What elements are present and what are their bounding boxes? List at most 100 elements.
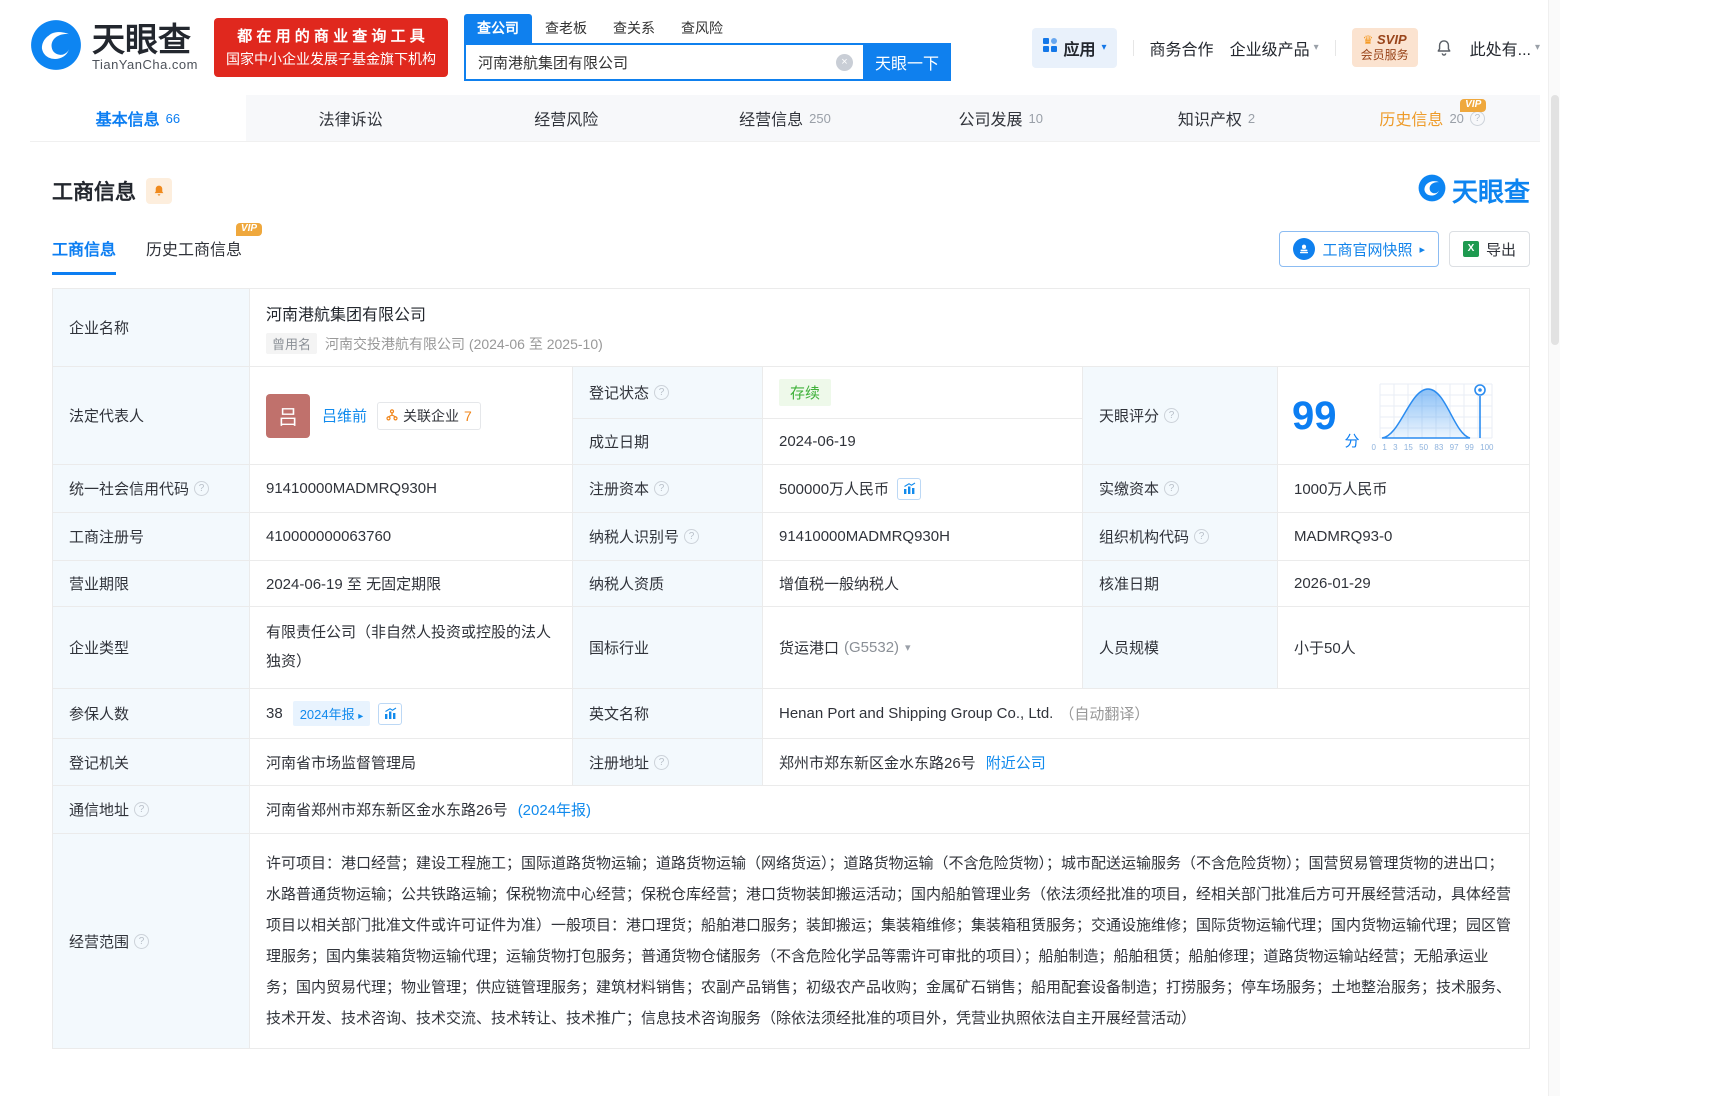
mailing-address: 河南省郑州市郑东新区金水东路26号 [266, 802, 508, 819]
nearby-companies-link[interactable]: 附近公司 [986, 752, 1046, 773]
tab-business-info[interactable]: 经营信息 250 [677, 95, 893, 141]
help-icon[interactable] [1164, 408, 1180, 423]
registered-capital: 500000万人民币 [779, 481, 890, 498]
notifications-bell-icon[interactable] [1434, 38, 1454, 58]
tianyancha-logo-icon [30, 19, 82, 76]
org-code: MADMRQ93-0 [1294, 528, 1393, 545]
field-label: 企业名称 [53, 289, 250, 366]
enterprise-products-label: 企业级产品 [1229, 41, 1310, 59]
tab-count: 20 [1449, 110, 1464, 126]
search-tab-risk[interactable]: 查风险 [668, 14, 736, 43]
search-field: × [464, 43, 863, 81]
legal-rep-link[interactable]: 吕维前 [322, 405, 367, 426]
insured-trend-icon[interactable] [378, 702, 403, 725]
help-icon[interactable] [134, 802, 150, 817]
tab-label: 经营风险 [534, 112, 599, 129]
tab-operating-risk[interactable]: 经营风险 [461, 95, 677, 141]
search-input[interactable] [478, 53, 836, 71]
clear-icon[interactable]: × [836, 53, 853, 71]
field-label: 通信地址 [69, 802, 130, 819]
search-tab-company[interactable]: 查公司 [464, 14, 532, 43]
brand-name: 天眼查 [92, 20, 191, 58]
scrollbar-thumb[interactable] [1551, 95, 1559, 345]
tab-basic-info[interactable]: 基本信息 66 [30, 95, 246, 141]
chevron-down-icon: ▾ [1101, 42, 1107, 53]
help-icon[interactable] [654, 754, 670, 770]
search-area: 查公司 查老板 查关系 查风险 × 天眼一下 [464, 14, 951, 81]
help-icon[interactable] [654, 385, 670, 400]
tianyancha-logo[interactable]: 天眼查 TianYanCha.com [30, 19, 198, 76]
top-bar: 天眼查 TianYanCha.com 都 在 用 的 商 业 查 询 工 具 国… [0, 0, 1716, 95]
field-label: 登记状态 [589, 385, 650, 402]
search-tabs: 查公司 查老板 查关系 查风险 [464, 14, 951, 43]
main-content: 工商信息 天眼查 工商信息 VIP 历史工商信息 工商官网快照 ▸ X 导出 企… [52, 172, 1530, 1049]
export-button[interactable]: X 导出 [1448, 231, 1530, 267]
tab-label: 知识产权 [1177, 112, 1242, 129]
arrow-right-icon: ▸ [358, 711, 364, 722]
capital-trend-icon[interactable] [897, 477, 922, 500]
help-icon[interactable] [684, 529, 700, 544]
paid-capital: 1000万人民币 [1294, 481, 1388, 498]
tab-label: 基本信息 [95, 112, 160, 129]
avatar[interactable]: 吕 [266, 393, 310, 438]
taxpayer-id: 91410000MADMRQ930H [763, 513, 1083, 560]
auto-translate-note: （自动翻译） [1059, 706, 1150, 723]
help-icon[interactable] [1469, 110, 1485, 126]
help-icon[interactable] [1164, 481, 1180, 496]
english-name: Henan Port and Shipping Group Co., Ltd. [779, 705, 1054, 722]
help-icon[interactable] [194, 481, 210, 496]
former-name-tag: 曾用名 [266, 333, 318, 354]
brand-domain: TianYanCha.com [92, 57, 198, 73]
annual-report-link[interactable]: (2024年报) [518, 799, 591, 820]
tianyan-score-cell[interactable]: 99 分 0 1 3 15 50 83 97 99 100 [1278, 367, 1529, 464]
tab-company-development[interactable]: 公司发展 10 [893, 95, 1109, 141]
svip-sublabel: 会员服务 [1360, 48, 1409, 63]
section-title: 工商信息 [52, 180, 136, 204]
svip-member-badge[interactable]: ♛ SVIP 会员服务 [1351, 27, 1418, 68]
subtab-label: 历史工商信息 [146, 242, 243, 259]
related-count: 7 [464, 407, 472, 424]
registry-authority: 河南省市场监督管理局 [250, 739, 573, 785]
help-icon[interactable] [134, 933, 150, 949]
apps-menu[interactable]: 应用 ▾ [1031, 27, 1117, 68]
tab-legal-proceedings[interactable]: 法律诉讼 [246, 95, 462, 141]
staff-size: 小于50人 [1294, 640, 1356, 657]
snapshot-label: 工商官网快照 [1322, 241, 1413, 259]
official-snapshot-button[interactable]: 工商官网快照 ▸ [1279, 231, 1439, 267]
search-button[interactable]: 天眼一下 [863, 43, 951, 81]
apps-grid-icon [1042, 37, 1058, 58]
field-label: 核准日期 [1083, 561, 1278, 606]
scrollbar[interactable] [1548, 0, 1560, 1096]
chevron-down-icon: ▾ [1534, 42, 1540, 53]
help-icon[interactable] [1194, 529, 1210, 544]
industry-code: (G5532) [844, 639, 900, 656]
monitor-bell-icon[interactable] [146, 177, 172, 204]
divider [1132, 39, 1134, 56]
search-tab-relation[interactable]: 查关系 [600, 14, 668, 43]
taxpayer-quality: 增值税一般纳税人 [763, 561, 1083, 606]
account-menu[interactable]: 此处有... ▾ [1470, 36, 1540, 60]
enterprise-products-menu[interactable]: 企业级产品 ▾ [1230, 36, 1319, 60]
divider [1334, 39, 1336, 56]
subtab-business-registration[interactable]: 工商信息 [52, 236, 117, 275]
search-tab-boss[interactable]: 查老板 [532, 14, 600, 43]
tab-label: 历史信息 [1379, 112, 1444, 129]
chevron-down-icon: ▾ [1313, 42, 1319, 53]
promo-badge: 都 在 用 的 商 业 查 询 工 具 国家中小企业发展子基金旗下机构 [214, 18, 448, 77]
tab-history-info[interactable]: VIP 历史信息 20 [1324, 95, 1540, 141]
related-label: 关联企业 [403, 407, 460, 424]
tab-intellectual-property[interactable]: 知识产权 2 [1109, 95, 1325, 141]
registered-address: 郑州市郑东新区金水东路26号 [779, 754, 976, 772]
subtab-history-registration[interactable]: VIP 历史工商信息 [146, 223, 263, 275]
watermark-text: 天眼查 [1451, 177, 1530, 207]
related-companies-badge[interactable]: 关联企业 7 [377, 401, 481, 430]
help-icon[interactable] [654, 481, 670, 496]
field-label: 成立日期 [573, 419, 763, 464]
business-cooperation-link[interactable]: 商务合作 [1150, 36, 1214, 60]
chevron-down-icon[interactable]: ▾ [905, 641, 911, 654]
field-label: 英文名称 [573, 689, 763, 738]
registration-info-table: 企业名称 河南港航集团有限公司 曾用名 河南交投港航有限公司 (2024-06 … [52, 288, 1530, 1049]
former-name: 河南交投港航有限公司 (2024-06 至 2025-10) [325, 335, 603, 352]
annual-report-badge[interactable]: 2024年报 ▸ [292, 701, 371, 726]
field-label: 纳税人资质 [573, 561, 763, 606]
